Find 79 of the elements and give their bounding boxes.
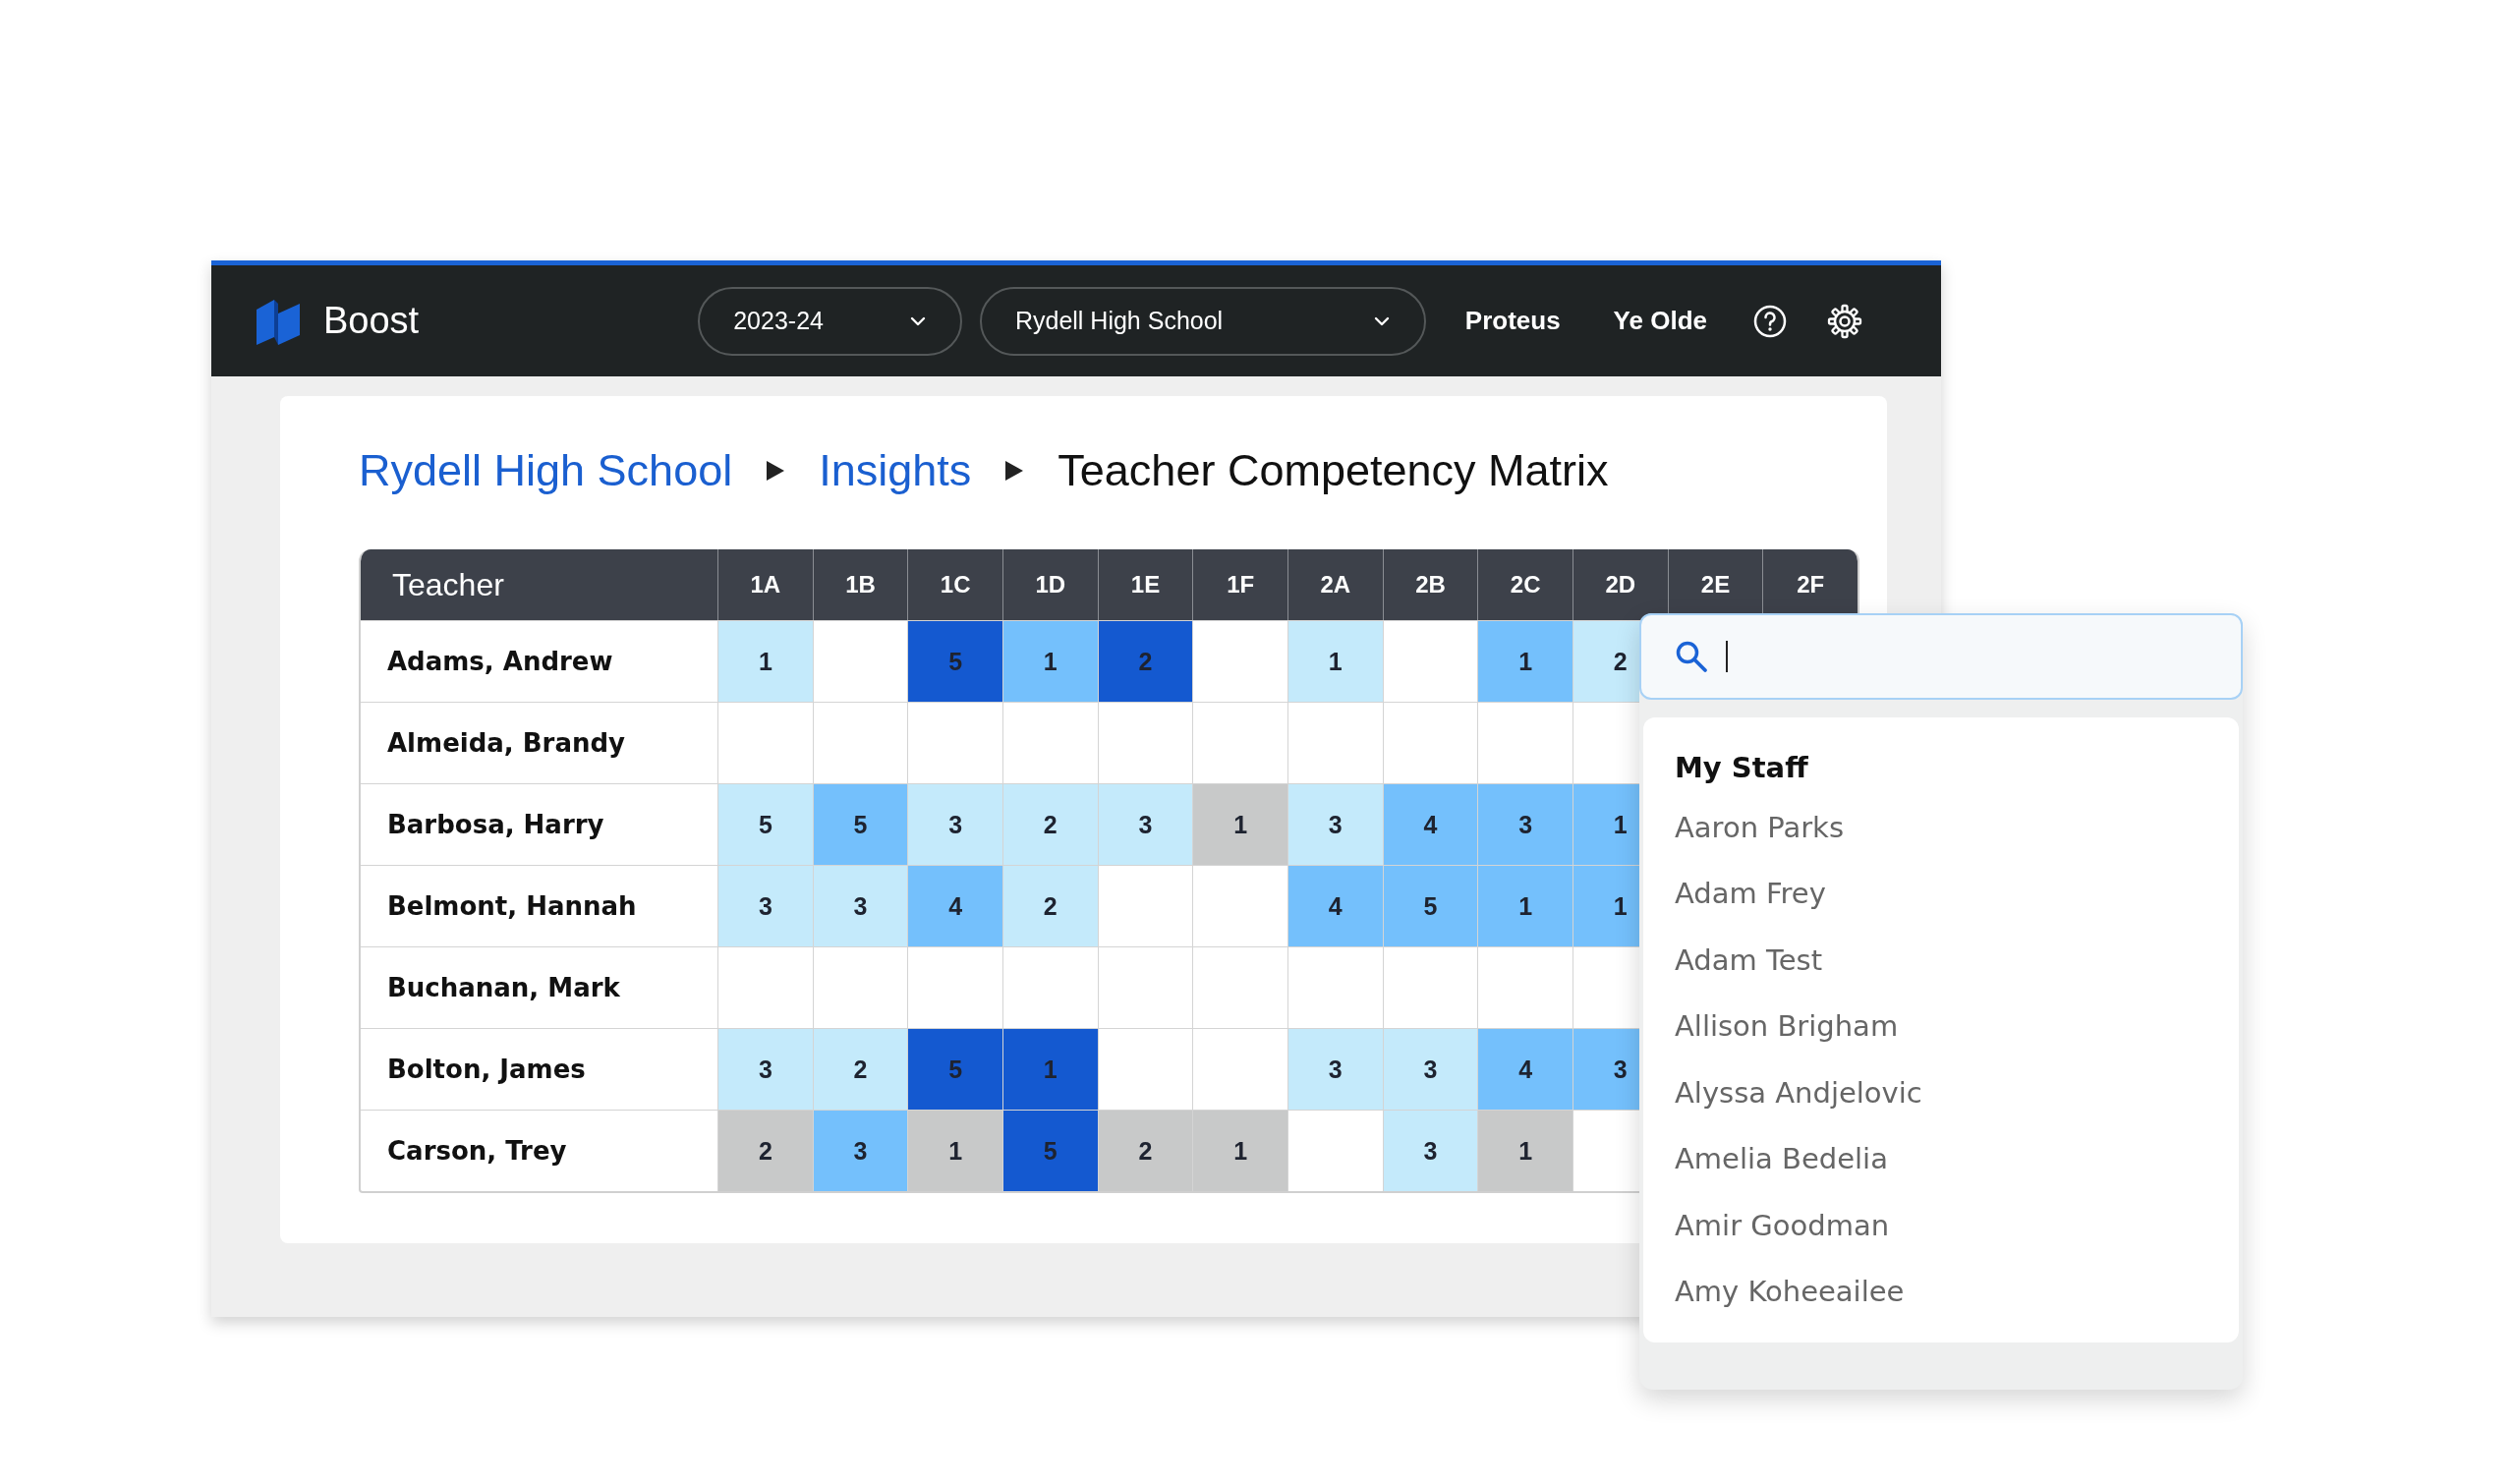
staff-option[interactable]: Amelia Bedelia [1675, 1125, 1888, 1192]
help-button[interactable] [1752, 303, 1788, 339]
group-heading: My Staff [1675, 750, 1808, 786]
triangle-right-icon [1004, 460, 1025, 482]
score-cell: 3 [1382, 1111, 1478, 1191]
score-cell: 5 [1002, 1111, 1098, 1191]
score-cell: 5 [907, 621, 1002, 702]
column-header: 1C [907, 549, 1002, 620]
score-cell: 3 [812, 1111, 908, 1191]
column-header: 1B [812, 549, 908, 620]
score-cell: 2 [1097, 1111, 1193, 1191]
teacher-name: Carson, Trey [386, 1135, 568, 1168]
teacher-name: Buchanan, Mark [386, 972, 621, 1004]
score-cell: 1 [907, 1111, 1002, 1191]
score-cell: 1 [1477, 621, 1572, 702]
staff-option[interactable]: Adam Frey [1675, 860, 1826, 927]
score-cell: 1 [1287, 621, 1383, 702]
score-cell: 3 [1477, 784, 1572, 865]
settings-icon [1827, 303, 1862, 339]
score-cell: 1 [1002, 1029, 1098, 1110]
help-icon [1752, 303, 1788, 339]
score-cell: 2 [717, 1111, 813, 1191]
column-header: 1F [1192, 549, 1287, 620]
score-cell: 1 [1192, 1111, 1287, 1191]
triangle-right-icon [766, 460, 786, 482]
teacher-name: Adams, Andrew [386, 646, 614, 678]
school-dropdown[interactable]: Rydell High School [979, 286, 1426, 356]
score-cell: 3 [1097, 784, 1193, 865]
score-cell: 1 [1002, 621, 1098, 702]
score-cell: 4 [1382, 784, 1478, 865]
app-name: Boost [323, 300, 420, 342]
score-cell: 1 [1477, 866, 1572, 946]
teacher-name: Barbosa, Harry [386, 809, 605, 841]
teacher-name: Almeida, Brandy [386, 727, 626, 760]
score-cell: 5 [907, 1029, 1002, 1110]
score-cell: 3 [1382, 1029, 1478, 1110]
staff-option[interactable]: Adam Test [1675, 927, 1823, 994]
column-header: 2C [1477, 549, 1572, 620]
score-cell: 2 [1002, 784, 1098, 865]
settings-button[interactable] [1827, 303, 1862, 339]
score-cell: 3 [907, 784, 1002, 865]
score-cell: 4 [1287, 866, 1383, 946]
score-cell: 3 [1287, 1029, 1383, 1110]
score-cell: 5 [812, 784, 908, 865]
teacher-name: Bolton, James [386, 1054, 587, 1086]
search-icon [1675, 640, 1708, 673]
score-cell: 3 [1287, 784, 1383, 865]
column-header: Teacher [391, 565, 505, 604]
column-header: 1E [1097, 549, 1193, 620]
score-cell: 4 [1477, 1029, 1572, 1110]
nav-link[interactable]: Proteus [1464, 306, 1561, 336]
breadcrumb-link[interactable]: Insights [819, 445, 972, 496]
column-header: 1A [717, 549, 813, 620]
year-dropdown[interactable]: 2023-24 [698, 286, 962, 356]
staff-option[interactable]: Alyssa Andjelovic [1675, 1059, 1922, 1126]
score-cell: 2 [1097, 621, 1193, 702]
score-cell: 4 [907, 866, 1002, 946]
staff-option[interactable]: Aaron Parks [1675, 794, 1845, 861]
score-cell: 5 [1382, 866, 1478, 946]
score-cell: 2 [1002, 866, 1098, 946]
score-cell: 5 [717, 784, 813, 865]
search-field[interactable] [1639, 613, 2243, 700]
score-cell: 3 [812, 866, 908, 946]
staff-option[interactable]: Amy Koheeailee [1675, 1258, 1905, 1325]
score-cell: 1 [1477, 1111, 1572, 1191]
nav-link[interactable]: Ye Olde [1613, 306, 1707, 336]
breadcrumb-link[interactable]: Rydell High School [359, 445, 733, 496]
column-header: 2B [1382, 549, 1478, 620]
score-cell: 3 [717, 866, 813, 946]
page-title: Teacher Competency Matrix [1058, 445, 1609, 496]
score-cell: 1 [1192, 784, 1287, 865]
staff-option[interactable]: Amir Goodman [1675, 1192, 1890, 1259]
score-cell: 3 [717, 1029, 813, 1110]
column-header: 2A [1287, 549, 1383, 620]
score-cell: 2 [812, 1029, 908, 1110]
staff-option[interactable]: Allison Brigham [1675, 993, 1899, 1059]
column-header: 1D [1002, 549, 1098, 620]
teacher-name: Belmont, Hannah [386, 890, 638, 923]
score-cell: 1 [717, 621, 813, 702]
